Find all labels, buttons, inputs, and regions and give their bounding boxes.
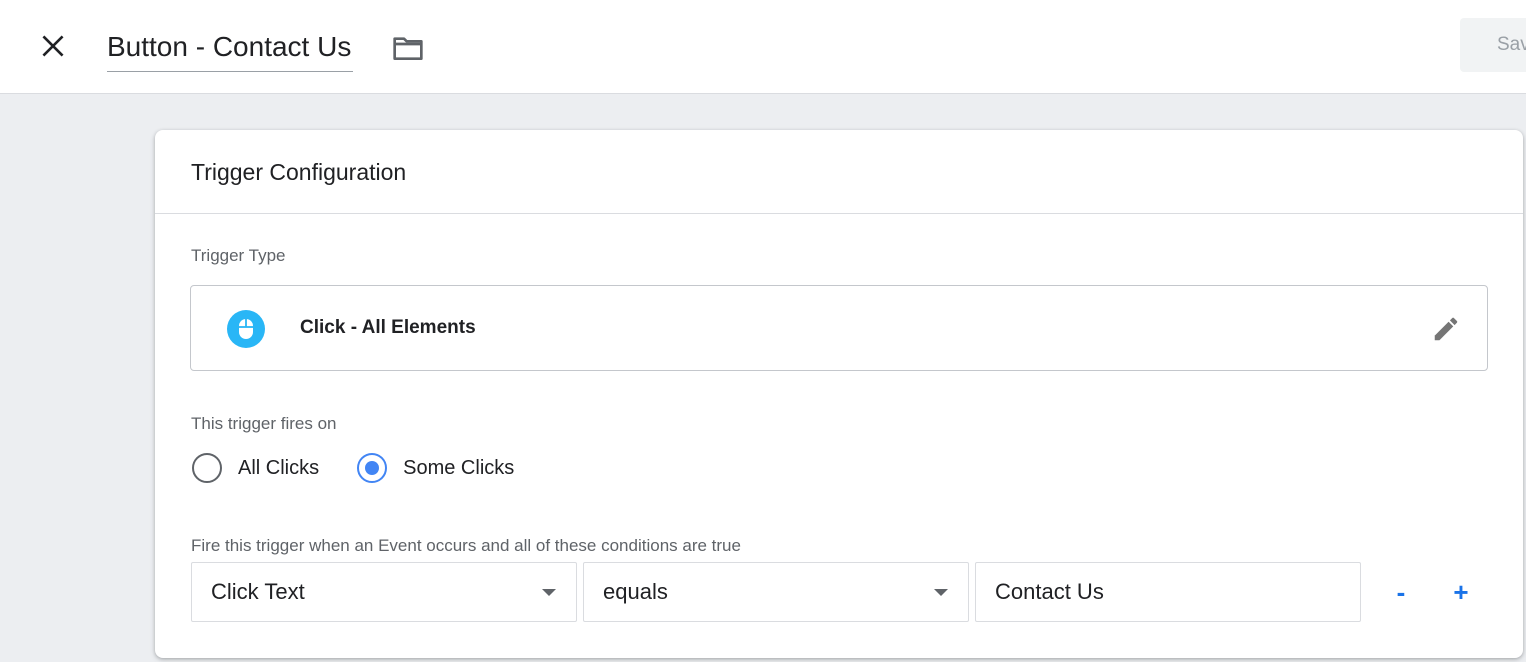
edit-button[interactable] — [1429, 312, 1463, 346]
radio-all-clicks[interactable]: All Clicks — [192, 453, 319, 483]
close-icon — [42, 35, 64, 57]
trigger-configuration-card: Trigger Configuration Trigger Type Click… — [155, 130, 1523, 658]
card-title: Trigger Configuration — [155, 130, 1523, 214]
close-button[interactable] — [33, 26, 73, 66]
trigger-type-selector[interactable]: Click - All Elements — [190, 285, 1488, 371]
operator-select-value: equals — [603, 579, 668, 604]
radio-some-clicks[interactable]: Some Clicks — [357, 453, 514, 483]
top-bar: Button - Contact Us Save — [0, 0, 1526, 94]
add-condition-button[interactable]: + — [1441, 572, 1481, 612]
trigger-type-value: Click - All Elements — [300, 317, 476, 338]
folder-button[interactable] — [390, 30, 426, 66]
trigger-name-field[interactable]: Button - Contact Us — [107, 26, 354, 72]
chevron-down-icon — [934, 589, 948, 596]
fires-on-radio-group: All Clicks Some Clicks — [192, 452, 552, 484]
radio-all-clicks-circle[interactable] — [192, 453, 222, 483]
radio-some-clicks-label: Some Clicks — [403, 456, 515, 479]
remove-condition-button[interactable]: - — [1381, 572, 1421, 612]
condition-row: Click Text equals Contact Us - + — [191, 562, 1501, 622]
variable-select[interactable]: Click Text — [191, 562, 577, 622]
folder-icon — [393, 37, 423, 60]
operator-select[interactable]: equals — [583, 562, 969, 622]
variable-select-value: Click Text — [211, 579, 305, 604]
save-button[interactable]: Save — [1460, 18, 1526, 72]
radio-all-clicks-label: All Clicks — [238, 456, 320, 479]
trigger-type-label: Trigger Type — [191, 246, 286, 265]
mouse-icon — [227, 310, 265, 348]
condition-value-input[interactable]: Contact Us — [975, 562, 1361, 622]
pencil-icon — [1434, 317, 1458, 341]
chevron-down-icon — [542, 589, 556, 596]
radio-some-clicks-circle[interactable] — [357, 453, 388, 483]
condition-label: Fire this trigger when an Event occurs a… — [191, 536, 741, 555]
fires-on-label: This trigger fires on — [191, 414, 337, 433]
